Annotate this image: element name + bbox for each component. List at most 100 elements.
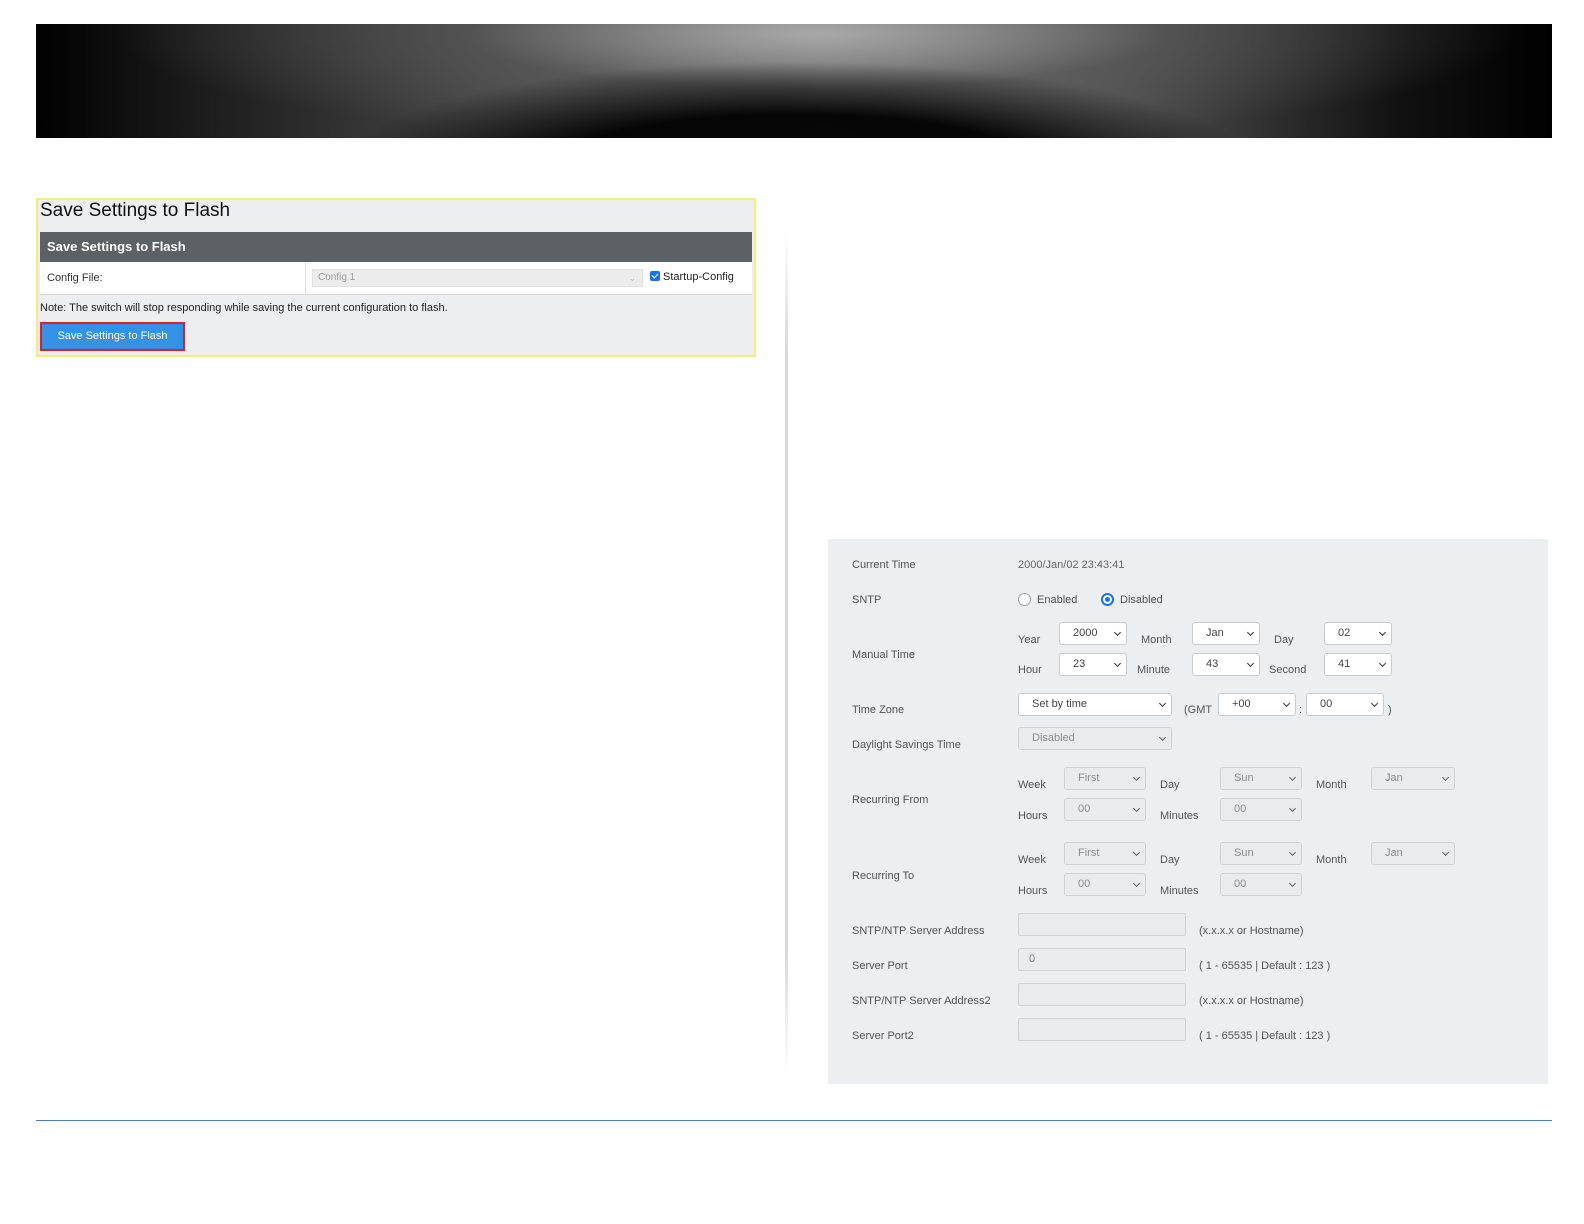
chevron-down-icon <box>1113 628 1122 637</box>
sntp-label: SNTP <box>852 594 882 606</box>
chevron-down-icon <box>1441 773 1450 782</box>
server1-hint: (x.x.x.x or Hostname) <box>1199 925 1304 937</box>
to-hours-select[interactable]: 00 <box>1064 873 1146 896</box>
to-month-value: Jan <box>1385 847 1403 859</box>
chevron-down-icon <box>1132 848 1141 857</box>
minute-value: 43 <box>1206 658 1219 670</box>
chevron-down-icon <box>1132 773 1141 782</box>
minute-label: Minute <box>1137 664 1171 676</box>
chevron-down-icon <box>1288 773 1297 782</box>
month-value: Jan <box>1206 627 1224 639</box>
time-settings-panel: Current Time 2000/Jan/02 23:43:41 SNTP E… <box>828 539 1548 1084</box>
checkbox-checked-icon <box>650 271 660 281</box>
config-file-value: Config 1 <box>318 272 356 283</box>
gmt-open-label: (GMT <box>1184 704 1213 716</box>
dst-select[interactable]: Disabled <box>1018 727 1172 750</box>
from-hours-value: 00 <box>1078 803 1091 815</box>
from-hours-select[interactable]: 00 <box>1064 798 1146 821</box>
to-week-value: First <box>1078 847 1100 859</box>
to-week-select[interactable]: First <box>1064 842 1146 865</box>
to-month-label: Month <box>1316 854 1347 866</box>
month-label: Month <box>1141 634 1172 646</box>
chevron-down-icon <box>1246 659 1255 668</box>
startup-config-label: Startup-Config <box>663 271 734 283</box>
page-title: Save Settings to Flash <box>40 200 231 221</box>
gmt-minutes-value: 00 <box>1320 698 1333 710</box>
to-hours-value: 00 <box>1078 878 1091 890</box>
chevron-down-icon: ⌄ <box>628 273 636 283</box>
gmt-minutes-select[interactable]: 00 <box>1306 693 1384 716</box>
time-zone-select[interactable]: Set by time <box>1018 693 1172 716</box>
radio-unchecked-icon <box>1018 593 1031 606</box>
config-file-select[interactable]: Config 1 ⌄ <box>312 269 643 287</box>
to-month-select[interactable]: Jan <box>1371 842 1455 865</box>
chevron-down-icon <box>1288 879 1297 888</box>
year-select[interactable]: 2000 <box>1059 622 1127 645</box>
chevron-down-icon <box>1158 699 1167 708</box>
day-label: Day <box>1274 634 1294 646</box>
port2-input[interactable] <box>1018 1018 1186 1041</box>
save-settings-panel: Save Settings to Flash Save Settings to … <box>36 198 756 357</box>
from-week-label: Week <box>1018 779 1046 791</box>
from-minutes-value: 00 <box>1234 803 1247 815</box>
server1-input[interactable] <box>1018 913 1186 936</box>
server2-hint: (x.x.x.x or Hostname) <box>1199 995 1304 1007</box>
gmt-colon: : <box>1299 704 1303 716</box>
from-month-select[interactable]: Jan <box>1371 767 1455 790</box>
header-banner <box>36 24 1552 138</box>
time-zone-label: Time Zone <box>852 704 905 716</box>
second-label: Second <box>1269 664 1307 676</box>
chevron-down-icon <box>1378 659 1387 668</box>
gmt-hours-value: +00 <box>1232 698 1251 710</box>
port1-input[interactable]: 0 <box>1018 948 1186 971</box>
dst-value: Disabled <box>1032 732 1075 744</box>
port2-label: Server Port2 <box>852 1030 914 1042</box>
from-day-select[interactable]: Sun <box>1220 767 1302 790</box>
time-zone-value: Set by time <box>1032 698 1088 710</box>
server1-label: SNTP/NTP Server Address <box>852 925 985 937</box>
manual-time-label: Manual Time <box>852 649 915 661</box>
section-header: Save Settings to Flash <box>40 232 752 262</box>
sntp-disabled-label: Disabled <box>1120 594 1163 606</box>
chevron-down-icon <box>1288 804 1297 813</box>
year-value: 2000 <box>1073 627 1098 639</box>
chevron-down-icon <box>1282 699 1291 708</box>
day-select[interactable]: 02 <box>1324 622 1392 645</box>
config-file-row: Config File: Config 1 ⌄ Startup-Config <box>40 262 752 295</box>
startup-config-checkbox[interactable]: Startup-Config <box>650 271 734 283</box>
server2-label: SNTP/NTP Server Address2 <box>852 995 991 1007</box>
recurring-from-label: Recurring From <box>852 794 929 806</box>
year-label: Year <box>1018 634 1041 646</box>
from-minutes-label: Minutes <box>1160 810 1199 822</box>
server2-input[interactable] <box>1018 983 1186 1006</box>
second-select[interactable]: 41 <box>1324 653 1392 676</box>
hour-label: Hour <box>1018 664 1042 676</box>
save-note: Note: The switch will stop responding wh… <box>40 302 448 314</box>
chevron-down-icon <box>1370 699 1379 708</box>
to-minutes-label: Minutes <box>1160 885 1199 897</box>
to-day-label: Day <box>1160 854 1180 866</box>
sntp-enabled-label: Enabled <box>1037 594 1078 606</box>
chevron-down-icon <box>1132 879 1141 888</box>
gmt-hours-select[interactable]: +00 <box>1218 693 1296 716</box>
radio-checked-icon <box>1101 593 1114 606</box>
sntp-disabled-radio[interactable]: Disabled <box>1101 593 1163 606</box>
from-week-value: First <box>1078 772 1100 784</box>
config-file-label: Config File: <box>40 262 306 294</box>
minute-select[interactable]: 43 <box>1192 653 1260 676</box>
save-settings-button[interactable]: Save Settings to Flash <box>40 322 185 351</box>
to-day-select[interactable]: Sun <box>1220 842 1302 865</box>
port1-hint: ( 1 - 65535 | Default : 123 ) <box>1199 960 1331 972</box>
from-minutes-select[interactable]: 00 <box>1220 798 1302 821</box>
sntp-enabled-radio[interactable]: Enabled <box>1018 593 1077 606</box>
from-day-value: Sun <box>1234 772 1254 784</box>
from-week-select[interactable]: First <box>1064 767 1146 790</box>
from-day-label: Day <box>1160 779 1180 791</box>
to-minutes-select[interactable]: 00 <box>1220 873 1302 896</box>
hour-value: 23 <box>1073 658 1086 670</box>
hour-select[interactable]: 23 <box>1059 653 1127 676</box>
chevron-down-icon <box>1113 659 1122 668</box>
month-select[interactable]: Jan <box>1192 622 1260 645</box>
to-week-label: Week <box>1018 854 1046 866</box>
chevron-down-icon <box>1441 848 1450 857</box>
